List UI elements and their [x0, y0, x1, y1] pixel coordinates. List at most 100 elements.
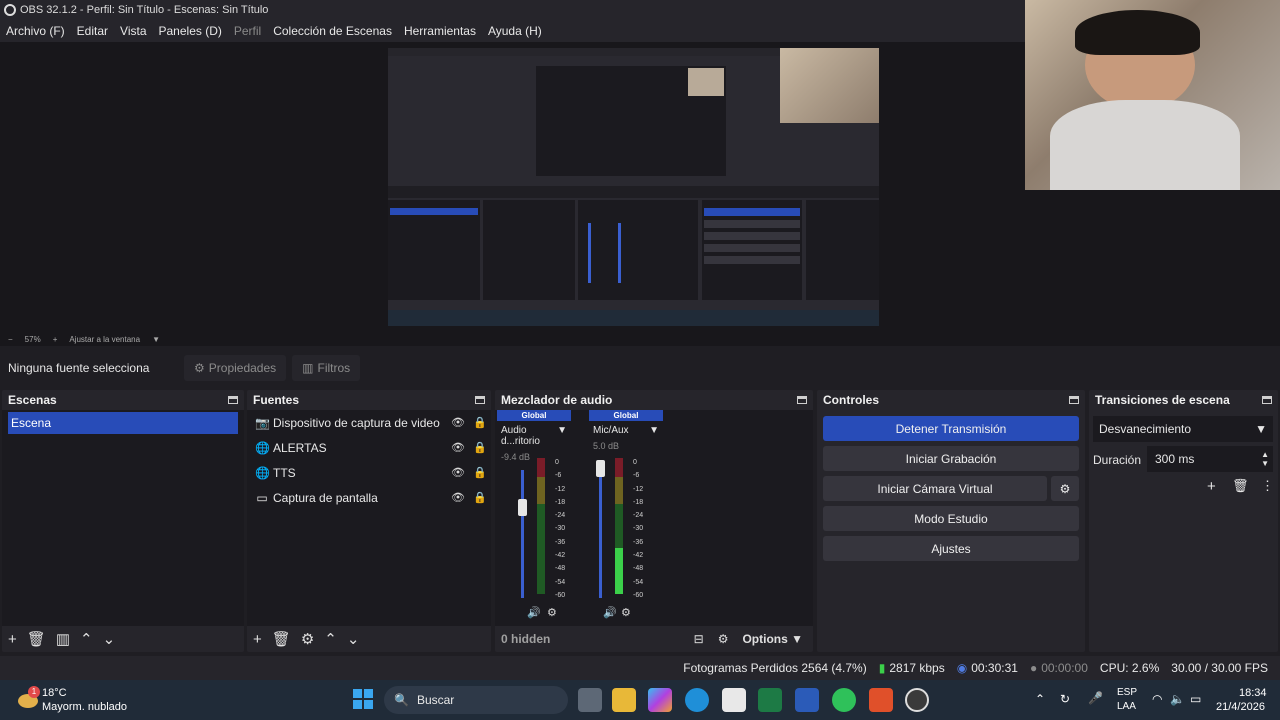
channel-db: 5.0 dB: [593, 441, 620, 451]
menu-editar[interactable]: Editar: [77, 24, 108, 38]
menu-herramientas[interactable]: Herramientas: [404, 24, 476, 38]
move-up-icon[interactable]: ⌃: [324, 630, 337, 648]
filters-button[interactable]: ▥ Filtros: [292, 355, 361, 381]
source-row[interactable]: 🌐 ALERTAS 👁 🔒: [247, 435, 491, 460]
weather-desc: Mayorm. nublado: [42, 701, 127, 713]
transition-select[interactable]: Desvanecimiento ▼: [1093, 416, 1273, 442]
lock-icon[interactable]: 🔒: [469, 491, 491, 504]
whatsapp-icon[interactable]: [832, 688, 856, 712]
source-row[interactable]: ▭ Captura de pantalla 👁 🔒: [247, 485, 491, 510]
weather-badge: 1: [28, 686, 40, 698]
move-down-icon[interactable]: ⌄: [103, 630, 116, 648]
menu-ayuda[interactable]: Ayuda (H): [488, 24, 542, 38]
undock-icon[interactable]: [228, 396, 238, 404]
zoom-out-icon[interactable]: −: [8, 335, 13, 344]
chevron-up-icon[interactable]: ⌃: [1035, 692, 1045, 706]
source-row[interactable]: 🌐 TTS 👁 🔒: [247, 460, 491, 485]
speaker-icon[interactable]: 🔊: [527, 606, 541, 619]
edge-icon[interactable]: [685, 688, 709, 712]
menu-vista[interactable]: Vista: [120, 24, 146, 38]
spin-arrows-icon[interactable]: ▲ ▼: [1261, 450, 1269, 468]
start-recording-button[interactable]: Iniciar Grabación: [823, 446, 1079, 471]
virtual-camera-settings-gear-icon[interactable]: ⚙: [1051, 476, 1079, 501]
volume-fader-track[interactable]: [521, 470, 524, 598]
move-down-icon[interactable]: ⌄: [347, 630, 360, 648]
sync-icon[interactable]: ↻: [1060, 692, 1070, 706]
store-icon[interactable]: [722, 688, 746, 712]
undock-icon[interactable]: [797, 396, 807, 404]
no-source-label: Ninguna fuente selecciona: [8, 361, 150, 375]
virtual-camera-button[interactable]: Iniciar Cámara Virtual: [823, 476, 1047, 501]
gear-icon[interactable]: ⚙: [301, 630, 314, 648]
eye-icon[interactable]: 👁: [447, 466, 469, 479]
filter-icon[interactable]: ▥: [56, 630, 70, 648]
volume-icon[interactable]: 🔈: [1170, 692, 1185, 706]
chevron-down-icon: ▼: [1255, 422, 1267, 436]
menu-archivo[interactable]: Archivo (F): [6, 24, 65, 38]
brave-icon[interactable]: [869, 688, 893, 712]
layout-icon[interactable]: ⊟: [694, 632, 704, 646]
lock-icon[interactable]: 🔒: [469, 441, 491, 454]
add-icon[interactable]: +: [8, 631, 17, 648]
advanced-audio-icon[interactable]: ⚙: [718, 632, 729, 646]
menu-paneles[interactable]: Paneles (D): [159, 24, 222, 38]
caret-down-icon[interactable]: ▼: [557, 425, 567, 447]
preview-canvas[interactable]: [388, 48, 879, 326]
excel-icon[interactable]: [758, 688, 782, 712]
duration-spinbox[interactable]: 300 ms ▲ ▼: [1147, 446, 1273, 472]
source-row[interactable]: 📷 Dispositivo de captura de video 👁 🔒: [247, 410, 491, 435]
obs-taskbar-icon[interactable]: [905, 688, 929, 712]
wifi-icon[interactable]: ◠: [1152, 692, 1162, 706]
task-view-icon[interactable]: [578, 688, 602, 712]
eye-icon[interactable]: 👁: [447, 491, 469, 504]
duration-value: 300 ms: [1155, 452, 1195, 466]
undock-icon[interactable]: [1262, 396, 1272, 404]
meter-scale-label: -54: [555, 578, 566, 586]
zoom-in-icon[interactable]: +: [53, 335, 58, 344]
trash-icon[interactable]: 🗑: [272, 630, 291, 648]
taskbar-search[interactable]: 🔍 Buscar: [384, 686, 568, 714]
volume-fader-handle[interactable]: [518, 499, 527, 516]
chevron-down-icon[interactable]: ▼: [152, 335, 160, 344]
volume-fader-handle[interactable]: [596, 460, 605, 477]
lock-icon[interactable]: 🔒: [469, 466, 491, 479]
stop-stream-button[interactable]: Detener Transmisión: [823, 416, 1079, 441]
studio-mode-button[interactable]: Modo Estudio: [823, 506, 1079, 531]
settings-button[interactable]: Ajustes: [823, 536, 1079, 561]
options-button[interactable]: Options ▼: [742, 632, 803, 646]
move-up-icon[interactable]: ⌃: [80, 630, 93, 648]
battery-icon[interactable]: ▭: [1190, 692, 1201, 706]
speaker-icon[interactable]: 🔊: [603, 606, 617, 619]
volume-fader-track[interactable]: [599, 470, 602, 598]
more-icon[interactable]: ⋮: [1261, 478, 1274, 494]
lock-icon[interactable]: 🔒: [469, 416, 491, 429]
undock-icon[interactable]: [1069, 396, 1079, 404]
undock-icon[interactable]: [475, 396, 485, 404]
headphone-gear-icon[interactable]: ⚙: [621, 606, 631, 619]
caret-down-icon[interactable]: ▼: [649, 425, 659, 436]
windows-start-icon[interactable]: [353, 689, 373, 709]
scene-item[interactable]: Escena: [8, 412, 238, 434]
weather-icon[interactable]: 1: [14, 686, 40, 712]
clock-time[interactable]: 18:34: [1239, 687, 1267, 699]
fit-window-label[interactable]: Ajustar a la ventana: [69, 335, 140, 344]
global-badge: Global: [497, 410, 571, 421]
properties-button[interactable]: ⚙ Propiedades: [184, 355, 287, 381]
clock-date[interactable]: 21/4/2026: [1216, 701, 1265, 713]
copilot-icon[interactable]: [648, 688, 672, 712]
add-icon[interactable]: +: [1207, 478, 1216, 495]
meter-scale-label: 0: [633, 459, 637, 466]
lang-2[interactable]: LAA: [1117, 701, 1136, 712]
lang-1[interactable]: ESP: [1117, 687, 1137, 698]
eye-icon[interactable]: 👁: [447, 416, 469, 429]
microphone-icon[interactable]: 🎤: [1088, 691, 1103, 705]
menu-coleccion[interactable]: Colección de Escenas: [273, 24, 392, 38]
trash-icon[interactable]: 🗑: [27, 630, 46, 648]
eye-icon[interactable]: 👁: [447, 441, 469, 454]
trash-icon[interactable]: 🗑: [1232, 478, 1249, 494]
file-explorer-icon[interactable]: [612, 688, 636, 712]
add-icon[interactable]: +: [253, 631, 262, 648]
headphone-gear-icon[interactable]: ⚙: [547, 606, 557, 619]
word-icon[interactable]: [795, 688, 819, 712]
gear-icon: ⚙: [194, 361, 205, 375]
